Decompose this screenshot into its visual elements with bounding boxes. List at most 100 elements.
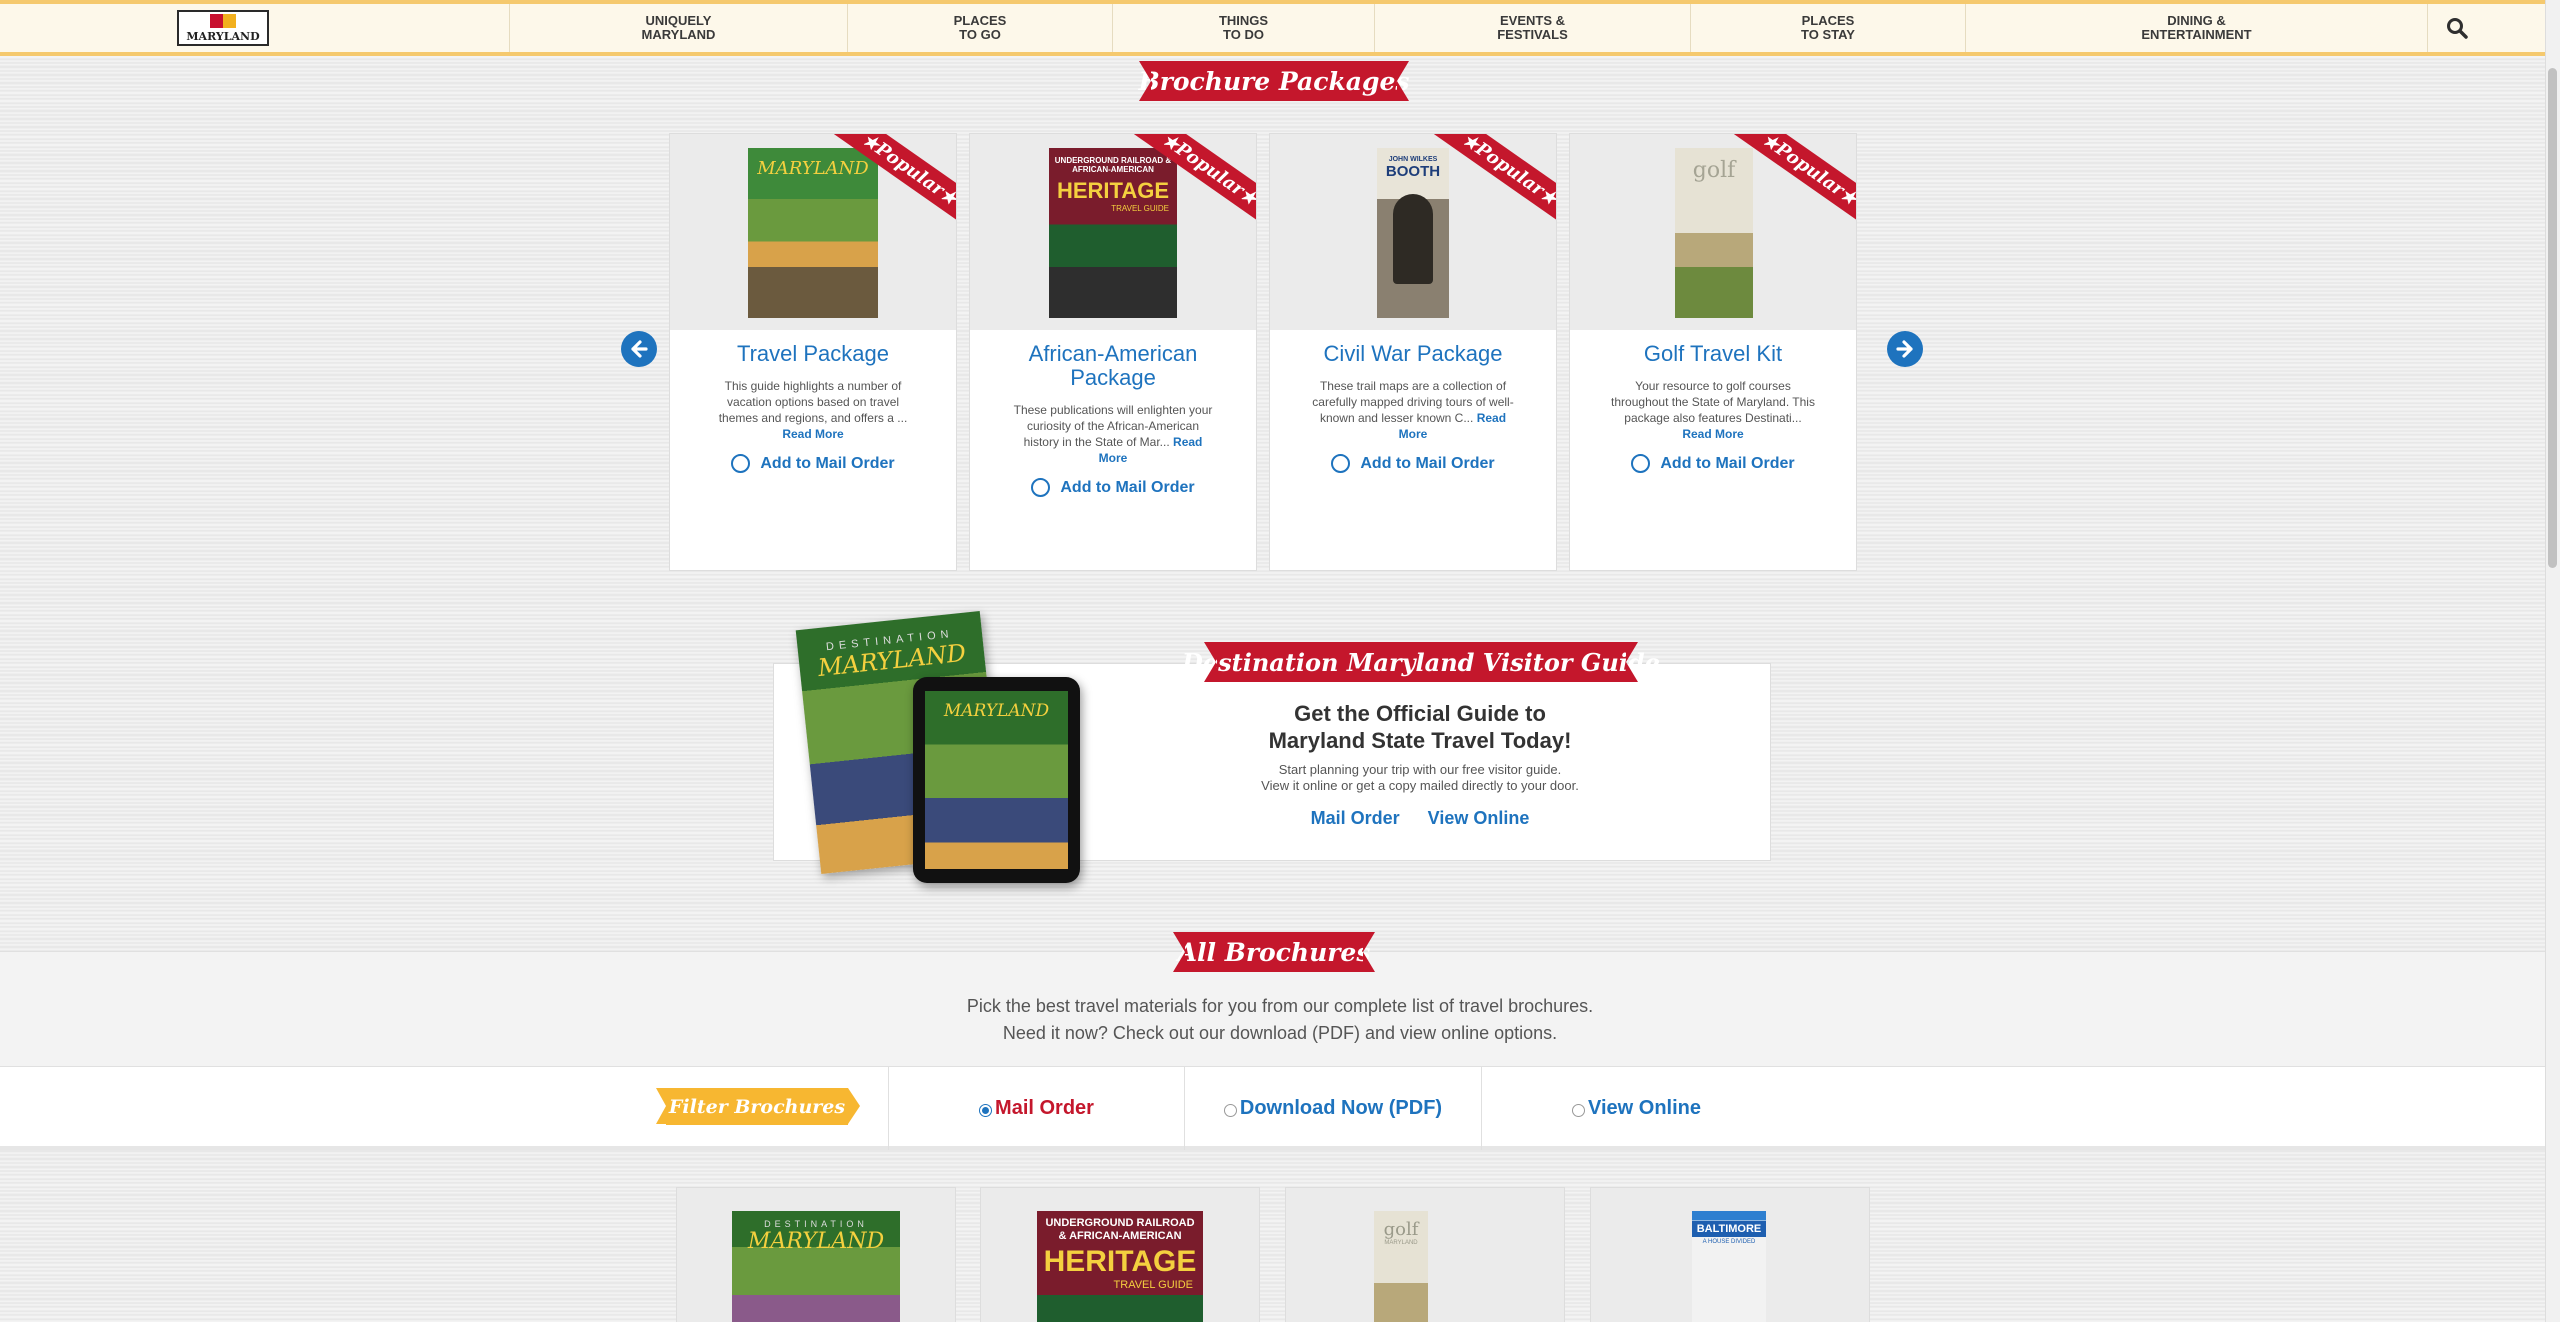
package-image-area: golf ★ Popular ★ bbox=[1570, 134, 1856, 330]
all-brochures-intro: Pick the best travel materials for you f… bbox=[780, 993, 1780, 1047]
cover-subtitle: UNDERGROUND RAILROAD & AFRICAN-AMERICAN bbox=[1054, 156, 1172, 174]
guide-heading-line-1: Get the Official Guide to bbox=[1294, 701, 1546, 726]
tablet-cover-title: MARYLAND bbox=[943, 701, 1050, 721]
radio-icon[interactable] bbox=[1631, 454, 1651, 473]
add-to-mail-order[interactable]: Add to Mail Order bbox=[1270, 454, 1556, 473]
brochure-cover-golf[interactable]: golf MARYLAND bbox=[1374, 1211, 1428, 1322]
top-navigation: MARYLAND UNIQUELY MARYLAND PLACES TO GO … bbox=[0, 0, 2545, 56]
brochure-cover-baltimore[interactable]: BALTIMORE A HOUSE DIVIDED bbox=[1692, 1211, 1766, 1322]
cover-title: HERITAGE bbox=[1043, 1245, 1197, 1278]
package-image-area: JOHN WILKES BOOTH ★ Popular ★ bbox=[1270, 134, 1556, 330]
add-to-mail-order-label: Add to Mail Order bbox=[1660, 454, 1795, 472]
popular-badge-text: Popular bbox=[871, 137, 949, 201]
section-title-visitor-guide: Destination Maryland Visitor Guide bbox=[1182, 642, 1660, 682]
intro-line-1: Pick the best travel materials for you f… bbox=[966, 996, 1594, 1016]
cover-title: golf bbox=[1692, 158, 1736, 183]
radio-icon[interactable] bbox=[1572, 1103, 1585, 1117]
cover-title: MARYLAND bbox=[757, 158, 869, 179]
brochure-card[interactable]: UNDERGROUND RAILROAD & AFRICAN-AMERICAN … bbox=[980, 1187, 1260, 1322]
section-title-brochure-packages: Brochure Packages bbox=[1139, 61, 1409, 101]
search-button[interactable] bbox=[2428, 4, 2486, 52]
cover-subtitle: A HOUSE DIVIDED bbox=[1702, 1239, 1756, 1245]
cover-tag: TRAVEL GUIDE bbox=[1111, 204, 1169, 213]
cover-tag: TRAVEL GUIDE bbox=[1113, 1279, 1193, 1291]
package-title[interactable]: Civil War Package bbox=[1270, 342, 1556, 366]
nav-item-dining-entertainment[interactable]: DINING & ENTERTAINMENT bbox=[1966, 4, 2428, 52]
guide-heading-line-2: Maryland State Travel Today! bbox=[1268, 728, 1572, 753]
read-more-link[interactable]: Read More bbox=[1682, 427, 1743, 441]
add-to-mail-order-label: Add to Mail Order bbox=[1360, 454, 1495, 472]
nav-item-things-to-do[interactable]: THINGS TO DO bbox=[1113, 4, 1375, 52]
guide-view-online-link[interactable]: View Online bbox=[1428, 808, 1530, 829]
brochure-card[interactable]: BALTIMORE A HOUSE DIVIDED bbox=[1590, 1187, 1870, 1322]
package-card-golf: golf ★ Popular ★ Golf Travel Kit Your re… bbox=[1569, 133, 1857, 571]
scrollbar[interactable] bbox=[2545, 0, 2560, 1322]
filter-mail-order-label: Mail Order bbox=[995, 1096, 1094, 1119]
logo-text: MARYLAND bbox=[186, 30, 260, 43]
brochure-card[interactable]: DESTINATION MARYLAND bbox=[676, 1187, 956, 1322]
maryland-logo[interactable]: MARYLAND bbox=[0, 4, 510, 52]
guide-heading: Get the Official Guide to Maryland State… bbox=[1200, 700, 1640, 754]
travel-package-cover[interactable]: MARYLAND bbox=[748, 148, 878, 318]
package-title[interactable]: Golf Travel Kit bbox=[1570, 342, 1856, 366]
package-card-civil-war: JOHN WILKES BOOTH ★ Popular ★ Civil War … bbox=[1269, 133, 1557, 571]
cover-title: HERITAGE bbox=[1056, 178, 1170, 203]
package-title[interactable]: Travel Package bbox=[670, 342, 956, 366]
package-description: These trail maps are a collection of car… bbox=[1270, 378, 1556, 442]
arrow-right-icon bbox=[1896, 340, 1913, 358]
package-card-african-american: UNDERGROUND RAILROAD & AFRICAN-AMERICAN … bbox=[969, 133, 1257, 571]
radio-icon[interactable] bbox=[1331, 454, 1351, 473]
carousel-prev-button[interactable] bbox=[621, 331, 657, 367]
read-more-link[interactable]: Read More bbox=[782, 427, 843, 441]
radio-icon[interactable] bbox=[1031, 478, 1051, 497]
nav-item-places-to-go[interactable]: PLACES TO GO bbox=[848, 4, 1113, 52]
carousel-next-button[interactable] bbox=[1887, 331, 1923, 367]
package-image-area: UNDERGROUND RAILROAD & AFRICAN-AMERICAN … bbox=[970, 134, 1256, 330]
guide-mail-order-link[interactable]: Mail Order bbox=[1311, 808, 1400, 829]
cover-title: MARYLAND bbox=[747, 1229, 885, 1254]
heritage-guide-cover[interactable]: UNDERGROUND RAILROAD & AFRICAN-AMERICAN … bbox=[1049, 148, 1177, 318]
add-to-mail-order-label: Add to Mail Order bbox=[760, 454, 895, 472]
cover-title: BOOTH bbox=[1385, 163, 1441, 180]
nav-item-uniquely-maryland[interactable]: UNIQUELY MARYLAND bbox=[510, 4, 848, 52]
add-to-mail-order[interactable]: Add to Mail Order bbox=[670, 454, 956, 473]
popular-badge-text: Popular bbox=[1171, 137, 1249, 201]
package-description: This guide highlights a number of vacati… bbox=[670, 378, 956, 442]
guide-text-line-1: Start planning your trip with our free v… bbox=[1278, 762, 1562, 777]
nav-item-places-to-stay[interactable]: PLACES TO STAY bbox=[1691, 4, 1966, 52]
civil-war-brochure-cover[interactable]: JOHN WILKES BOOTH bbox=[1377, 148, 1449, 318]
filter-download-pdf[interactable]: Download Now (PDF) bbox=[1184, 1066, 1481, 1150]
intro-line-2: Need it now? Check out our download (PDF… bbox=[1002, 1023, 1558, 1043]
package-description: These publications will enlighten your c… bbox=[970, 402, 1256, 466]
guide-text: Start planning your trip with our free v… bbox=[1200, 762, 1640, 794]
package-description-text: This guide highlights a number of vacati… bbox=[718, 379, 908, 425]
brochure-card[interactable]: golf MARYLAND bbox=[1285, 1187, 1565, 1322]
package-card-travel: MARYLAND ★ Popular ★ Travel Package This… bbox=[669, 133, 957, 571]
brochure-cover-heritage[interactable]: UNDERGROUND RAILROAD & AFRICAN-AMERICAN … bbox=[1037, 1211, 1203, 1322]
add-to-mail-order-label: Add to Mail Order bbox=[1060, 478, 1195, 496]
tablet-device-image[interactable]: MARYLAND bbox=[913, 677, 1080, 883]
nav-item-events-festivals[interactable]: EVENTS & FESTIVALS bbox=[1375, 4, 1691, 52]
filter-download-label: Download Now (PDF) bbox=[1239, 1096, 1443, 1119]
radio-selected-icon[interactable] bbox=[979, 1103, 993, 1117]
golf-travel-kit-cover[interactable]: golf bbox=[1675, 148, 1753, 318]
logo-badge: MARYLAND bbox=[177, 10, 269, 46]
package-title[interactable]: African-American Package bbox=[970, 342, 1256, 390]
brochure-cover-destination-maryland[interactable]: DESTINATION MARYLAND bbox=[732, 1211, 900, 1322]
package-image-area: MARYLAND ★ Popular ★ bbox=[670, 134, 956, 330]
radio-icon[interactable] bbox=[731, 454, 751, 473]
filter-view-online[interactable]: View Online bbox=[1481, 1066, 1791, 1150]
popular-badge-text: Popular bbox=[1471, 137, 1549, 201]
add-to-mail-order[interactable]: Add to Mail Order bbox=[970, 478, 1256, 497]
cover-subtitle: JOHN WILKES bbox=[1388, 156, 1438, 163]
cover-subtitle: MARYLAND bbox=[1384, 1240, 1418, 1246]
scrollbar-thumb[interactable] bbox=[2548, 68, 2557, 568]
filter-mail-order[interactable]: Mail Order bbox=[888, 1066, 1184, 1150]
radio-icon[interactable] bbox=[1223, 1103, 1237, 1117]
cover-subtitle: UNDERGROUND RAILROAD & AFRICAN-AMERICAN bbox=[1045, 1217, 1195, 1242]
arrow-left-icon bbox=[631, 340, 648, 358]
filter-view-online-label: View Online bbox=[1588, 1096, 1701, 1119]
tablet-screen: MARYLAND bbox=[925, 691, 1068, 869]
add-to-mail-order[interactable]: Add to Mail Order bbox=[1570, 454, 1856, 473]
flag-icon bbox=[210, 14, 236, 28]
